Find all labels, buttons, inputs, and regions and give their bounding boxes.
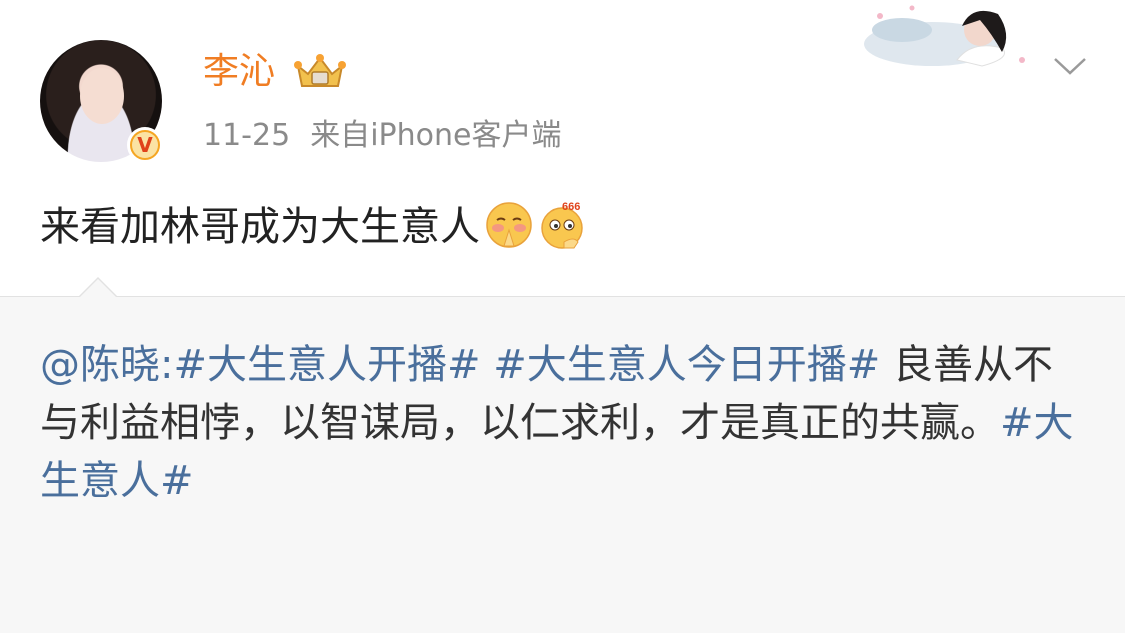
- post-meta: 11-25 来自iPhone客户端: [203, 117, 561, 155]
- hashtag-link[interactable]: #大生意人今日开播#: [493, 342, 880, 388]
- verified-badge-icon: V: [127, 127, 163, 163]
- repost-space: [481, 342, 494, 388]
- repost-text: @陈晓:#大生意人开播# #大生意人今日开播# 良善从不与利益相悖，以智谋局，以…: [40, 336, 1090, 510]
- chevron-down-icon[interactable]: [1052, 55, 1088, 77]
- mention-colon: :: [160, 342, 174, 388]
- mention-link[interactable]: @陈晓: [40, 342, 160, 388]
- post-card: V 李沁 11-25 来自iPhone客户端 来看加林哥成为大生意人 666: [0, 0, 1125, 296]
- praying-blush-emoji: [486, 202, 532, 248]
- repost-caret-inner: [79, 279, 117, 298]
- 666-thumbs-emoji: 666: [541, 201, 583, 249]
- post-source: iPhone客户端: [370, 118, 562, 153]
- svg-text:666: 666: [562, 201, 580, 213]
- hashtag-link[interactable]: #大生意人开播#: [173, 342, 480, 388]
- username[interactable]: 李沁: [203, 50, 275, 94]
- post-text-content: 来看加林哥成为大生意人: [40, 204, 480, 250]
- header-decoration: [864, 5, 1025, 67]
- post-text: 来看加林哥成为大生意人 666: [40, 200, 588, 254]
- source-prefix: 来自: [310, 118, 371, 153]
- avatar-face: [80, 68, 124, 124]
- post-date: 11-25: [203, 118, 291, 153]
- crown-icon[interactable]: [292, 52, 348, 92]
